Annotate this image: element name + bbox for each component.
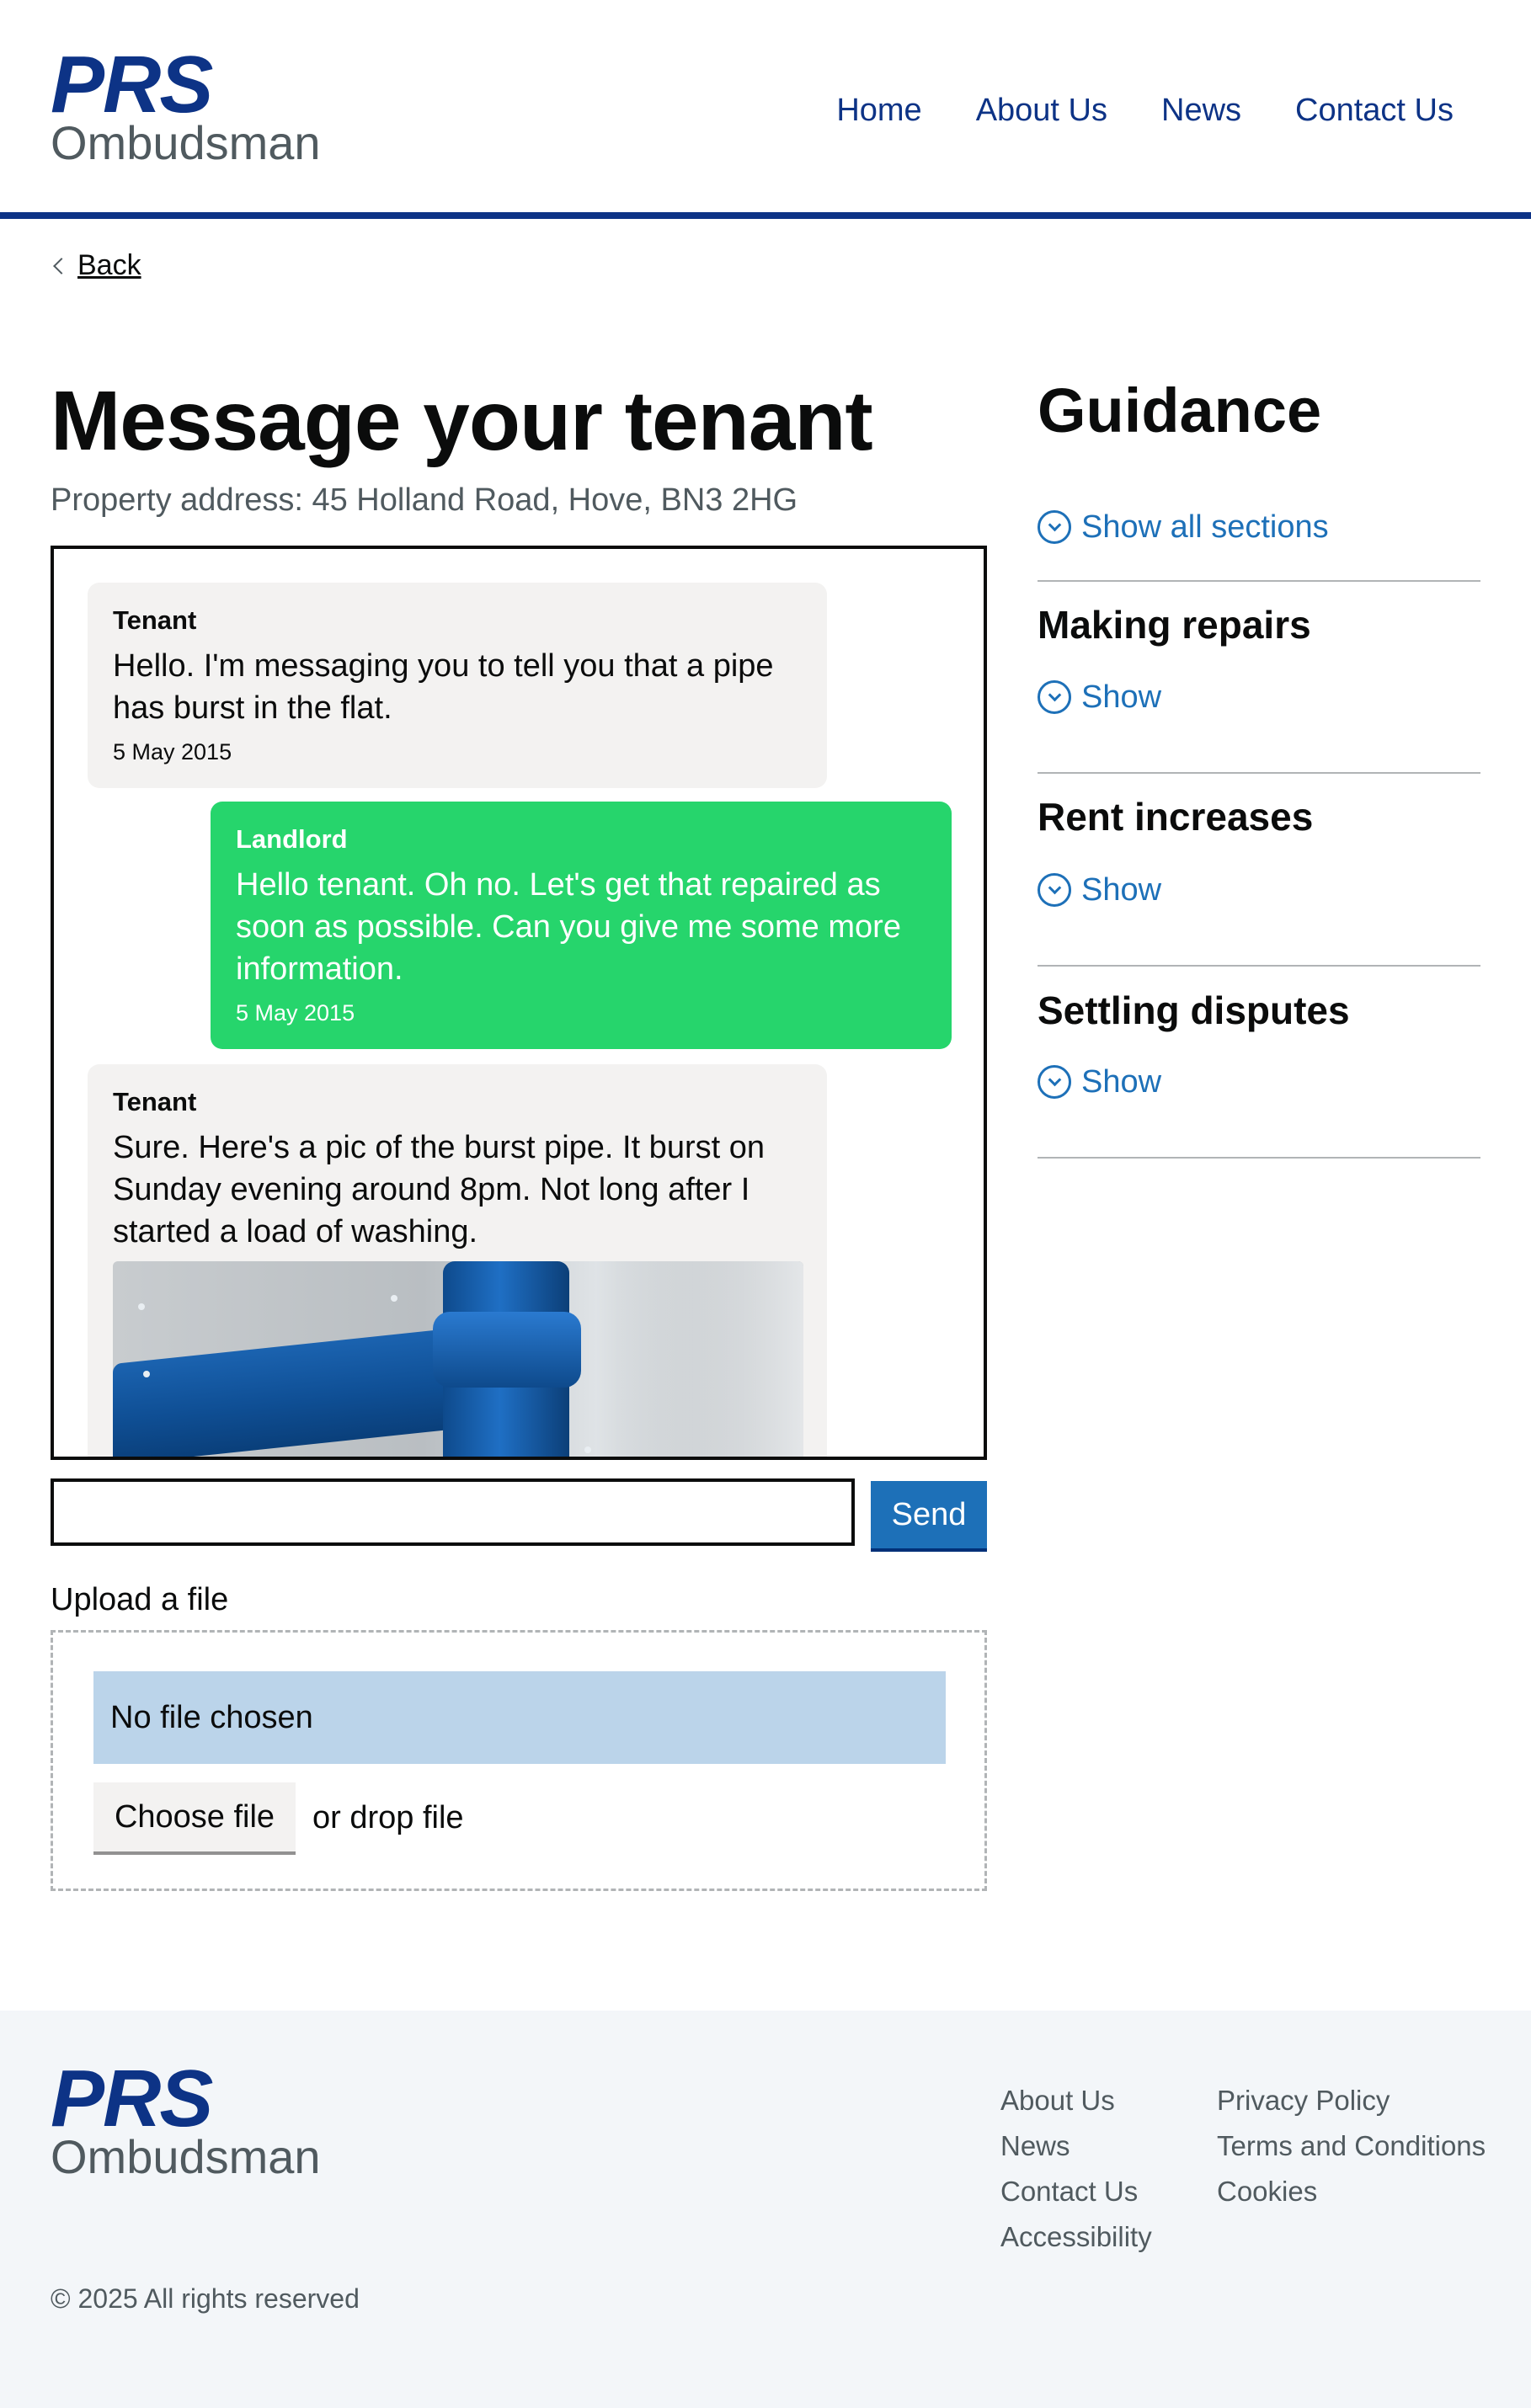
logo-prs: PRS [51,40,213,130]
upload-label: Upload a file [51,1582,229,1617]
message-text: Hello. I'm messaging you to tell you tha… [113,648,774,726]
footer-link-about-us[interactable]: About Us [1000,2078,1152,2123]
burst-pipe-photo[interactable] [113,1261,803,1457]
footer-links-col-2: Privacy Policy Terms and Conditions Cook… [1217,2078,1486,2214]
back-label: Back [77,249,141,281]
footer-links-col-1: About Us News Contact Us Accessibility [1000,2078,1152,2260]
guidance-heading-making-repairs: Making repairs [1038,603,1311,647]
footer-link-terms[interactable]: Terms and Conditions [1217,2123,1486,2169]
drop-file-text: or drop file [312,1800,464,1835]
choose-file-button[interactable]: Choose file [93,1782,296,1851]
guidance-heading-settling-disputes: Settling disputes [1038,988,1350,1032]
property-address: Property address: 45 Holland Road, Hove,… [51,482,798,518]
message-text: Sure. Here's a pic of the burst pipe. It… [113,1130,765,1249]
site-footer: PRS Ombudsman About Us News Contact Us A… [0,2011,1531,2408]
divider [1038,965,1480,967]
page-title: Message your tenant [51,374,873,468]
chevron-down-circle-icon [1038,1065,1071,1099]
back-link[interactable]: Back [51,249,141,282]
nav-about-us[interactable]: About Us [976,88,1107,132]
chevron-down-circle-icon [1038,680,1071,714]
message-date: 5 May 2015 [236,1000,355,1026]
file-drop-zone[interactable]: No file chosen Choose file or drop file [51,1630,987,1891]
show-making-repairs-button[interactable]: Show [1038,675,1161,719]
logo-prs: PRS [51,2054,213,2144]
message-bubble-tenant: Tenant Sure. Here's a pic of the burst p… [88,1064,827,1457]
footer-logo[interactable]: PRS Ombudsman [51,2054,321,2183]
logo-ombudsman: Ombudsman [51,116,321,169]
show-rent-increases-button[interactable]: Show [1038,868,1161,912]
show-all-sections-button[interactable]: Show all sections [1038,505,1329,549]
message-input[interactable] [51,1478,855,1546]
message-bubble-landlord: Landlord Hello tenant. Oh no. Let's get … [211,802,952,1049]
nav-contact-us[interactable]: Contact Us [1295,88,1454,132]
divider [1038,580,1480,582]
chevron-left-icon [53,257,70,274]
divider [1038,772,1480,774]
footer-link-cookies[interactable]: Cookies [1217,2169,1486,2214]
message-thread[interactable]: Tenant Hello. I'm messaging you to tell … [51,546,987,1460]
footer-link-accessibility[interactable]: Accessibility [1000,2214,1152,2260]
file-status-text: No file chosen [110,1699,313,1735]
logo-ombudsman: Ombudsman [51,2130,321,2183]
nav-home[interactable]: Home [836,88,921,132]
site-logo[interactable]: PRS Ombudsman [51,40,321,169]
nav-news[interactable]: News [1161,88,1241,132]
guidance-title: Guidance [1038,376,1322,445]
show-label: Show [1081,679,1162,715]
footer-link-privacy-policy[interactable]: Privacy Policy [1217,2078,1486,2123]
show-label: Show [1081,1064,1162,1100]
show-settling-disputes-button[interactable]: Show [1038,1060,1161,1104]
site-header: PRS Ombudsman Home About Us News Contact… [0,0,1531,219]
chevron-down-circle-icon [1038,873,1071,907]
copyright: © 2025 All rights reserved [51,2283,360,2314]
main-nav: Home About Us News Contact Us [836,88,1454,132]
divider [1038,1157,1480,1159]
show-label: Show [1081,872,1162,908]
show-all-label: Show all sections [1081,509,1329,545]
message-text: Hello tenant. Oh no. Let's get that repa… [236,867,901,987]
footer-link-contact-us[interactable]: Contact Us [1000,2169,1152,2214]
message-sender: Tenant [113,1087,197,1116]
file-status: No file chosen [93,1671,946,1764]
send-button[interactable]: Send [871,1481,987,1548]
message-sender: Tenant [113,605,197,635]
message-date: 5 May 2015 [113,739,232,764]
message-bubble-tenant: Tenant Hello. I'm messaging you to tell … [88,583,827,788]
footer-link-news[interactable]: News [1000,2123,1152,2169]
chevron-down-circle-icon [1038,510,1071,544]
guidance-heading-rent-increases: Rent increases [1038,795,1314,839]
message-sender: Landlord [236,824,348,854]
